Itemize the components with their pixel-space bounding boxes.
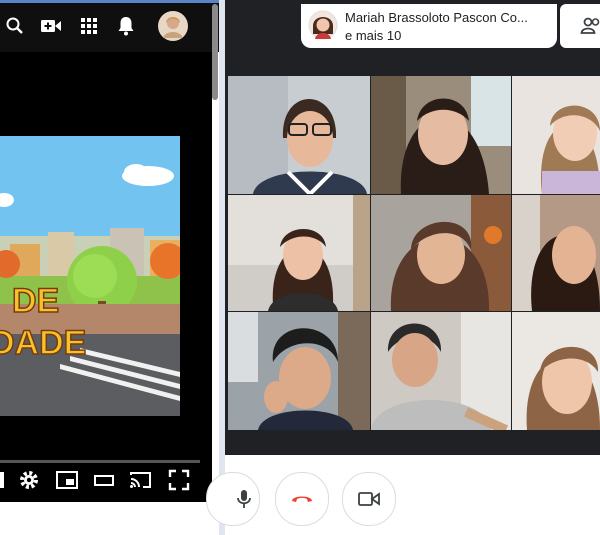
participant-video [228, 195, 370, 311]
avatar[interactable] [158, 11, 188, 41]
participants-more-count: e mais 10 [345, 28, 402, 43]
people-button[interactable] [560, 4, 600, 48]
participant-tile[interactable] [512, 312, 600, 430]
participant-tile[interactable] [371, 76, 511, 194]
create-video-icon[interactable] [40, 17, 62, 35]
microphone-button[interactable] [206, 472, 260, 526]
settings-gear-icon[interactable] [17, 468, 41, 492]
notifications-bell-icon[interactable] [117, 15, 135, 37]
miniplayer-icon[interactable] [55, 468, 79, 492]
participant-tile[interactable] [228, 195, 370, 311]
cartoon-scene: DE DADE [0, 136, 180, 416]
video-title-line-1: DE [12, 282, 59, 320]
participants-header[interactable]: Mariah Brassoloto Pascon Co... e mais 10 [301, 4, 557, 48]
camera-icon [358, 492, 380, 506]
theater-mode-icon[interactable] [92, 468, 116, 492]
video-title-line-2: DADE [0, 324, 86, 362]
participant-tile[interactable] [228, 312, 370, 430]
apps-grid-icon[interactable] [80, 17, 98, 35]
microphone-icon [237, 490, 251, 508]
host-name: Mariah Brassoloto Pascon Co... [345, 10, 528, 25]
end-call-button[interactable] [275, 472, 329, 526]
people-icon [580, 17, 600, 34]
cast-icon[interactable] [129, 468, 153, 492]
participant-tile[interactable] [371, 312, 511, 430]
camera-button[interactable] [342, 472, 396, 526]
participant-tile[interactable] [512, 195, 600, 311]
end-call-icon [292, 496, 312, 502]
meet-control-bar [206, 455, 600, 535]
participant-video [371, 312, 511, 430]
participant-video [512, 312, 600, 430]
youtube-page-below-player [0, 502, 219, 535]
host-avatar [308, 10, 338, 40]
search-icon[interactable] [5, 16, 25, 36]
participant-video [228, 76, 370, 194]
participant-video [371, 195, 511, 311]
participant-video [512, 195, 600, 311]
participant-video [228, 312, 370, 430]
page-scrollbar-thumb[interactable] [212, 4, 218, 100]
participant-tile[interactable] [371, 195, 511, 311]
participant-video [371, 76, 511, 194]
participant-tile[interactable] [512, 76, 600, 194]
fullscreen-icon[interactable] [167, 468, 191, 492]
participant-tile[interactable] [228, 76, 370, 194]
video-controls [0, 462, 212, 502]
video-frame-cartoon[interactable]: DE DADE [0, 136, 180, 416]
controls-edge-icon [0, 472, 4, 488]
participant-video [512, 76, 600, 194]
youtube-top-bar [0, 0, 219, 52]
